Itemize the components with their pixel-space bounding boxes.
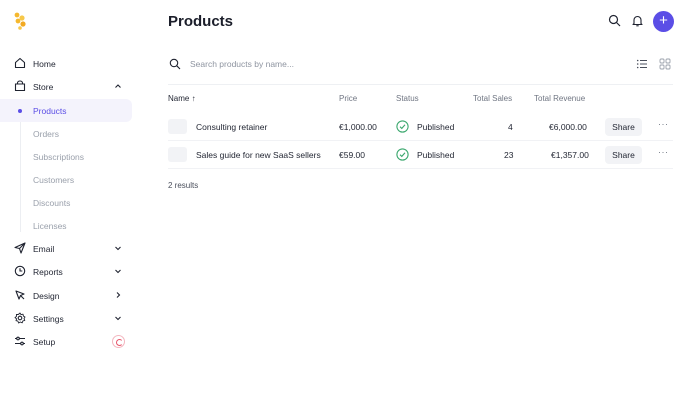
chevron-right-icon[interactable] <box>114 291 122 299</box>
sidebar-item-settings[interactable]: Settings <box>0 307 132 330</box>
sidebar-subitem-label: Subscriptions <box>33 151 85 162</box>
sidebar-item-store[interactable]: Store <box>0 75 132 98</box>
table-row[interactable]: Sales guide for new SaaS sellers €59.00 … <box>168 141 673 169</box>
sidebar-item-label: Design <box>33 290 60 301</box>
chevron-down-icon[interactable] <box>114 244 122 252</box>
store-icon <box>14 80 26 92</box>
add-product-button[interactable]: + <box>653 11 674 32</box>
status-text: Published <box>417 150 455 160</box>
product-price: €59.00 <box>339 150 365 160</box>
sidebar-item-label: Reports <box>33 266 63 277</box>
total-sales: 23 <box>504 150 514 160</box>
list-view-icon[interactable] <box>636 58 648 70</box>
home-icon <box>14 57 26 69</box>
sidebar-subitem-discounts[interactable]: Discounts <box>0 191 132 214</box>
sidebar-item-design[interactable]: Design <box>0 284 132 307</box>
cursor-icon <box>15 290 25 300</box>
clock-icon <box>14 265 26 277</box>
search-divider <box>168 84 673 85</box>
active-indicator <box>18 109 22 113</box>
product-name[interactable]: Consulting retainer <box>196 122 267 132</box>
sidebar-item-label: Store <box>33 81 54 92</box>
chevron-up-icon[interactable] <box>114 82 122 90</box>
share-button[interactable]: Share <box>605 146 642 164</box>
product-thumbnail <box>168 119 187 134</box>
sidebar-subitem-products[interactable]: Products <box>0 99 132 122</box>
sidebar-subitem-label: Products <box>33 105 67 116</box>
sidebar-subitem-label: Customers <box>33 174 75 185</box>
send-icon <box>14 242 26 254</box>
column-header-status[interactable]: Status <box>396 94 419 103</box>
share-button[interactable]: Share <box>605 118 642 136</box>
sidebar: Home Store Products Orders Subscriptions… <box>0 0 140 395</box>
results-count: 2 results <box>168 181 199 190</box>
column-header-price[interactable]: Price <box>339 94 357 103</box>
sidebar-subitem-label: Discounts <box>33 197 71 208</box>
total-revenue: €1,357.00 <box>551 150 589 160</box>
grid-view-icon[interactable] <box>659 58 671 70</box>
column-header-total-sales[interactable]: Total Sales <box>473 94 512 103</box>
total-sales: 4 <box>508 122 513 132</box>
sidebar-subitem-customers[interactable]: Customers <box>0 168 132 191</box>
sidebar-item-reports[interactable]: Reports <box>0 260 132 283</box>
more-options-icon[interactable]: ··· <box>658 119 669 129</box>
sidebar-item-home[interactable]: Home <box>0 52 132 75</box>
status-text: Published <box>417 122 455 132</box>
product-name[interactable]: Sales guide for new SaaS sellers <box>196 150 321 160</box>
sidebar-item-label: Email <box>33 243 55 254</box>
chevron-down-icon[interactable] <box>114 267 122 275</box>
sidebar-item-label: Settings <box>33 313 64 324</box>
column-header-name[interactable]: Name ↑ <box>168 94 196 103</box>
check-circle-icon <box>396 120 409 133</box>
search-input[interactable] <box>190 56 490 72</box>
total-revenue: €6,000.00 <box>549 122 587 132</box>
plus-icon: + <box>659 12 668 29</box>
product-thumbnail <box>168 147 187 162</box>
search-icon <box>169 58 181 70</box>
bell-icon[interactable] <box>631 14 644 27</box>
product-price: €1,000.00 <box>339 122 377 132</box>
logo-icon[interactable] <box>13 12 29 30</box>
sidebar-item-setup[interactable]: Setup <box>0 330 132 353</box>
sidebar-subitem-subscriptions[interactable]: Subscriptions <box>0 145 132 168</box>
sidebar-subitem-label: Orders <box>33 128 59 139</box>
sidebar-item-label: Home <box>33 58 56 69</box>
search-icon[interactable] <box>608 14 621 27</box>
chevron-down-icon[interactable] <box>114 314 122 322</box>
table-row[interactable]: Consulting retainer €1,000.00 Published … <box>168 113 673 141</box>
sidebar-subitem-label: Licenses <box>33 220 67 231</box>
more-options-icon[interactable]: ··· <box>658 147 669 157</box>
sidebar-subitem-orders[interactable]: Orders <box>0 122 132 145</box>
page-title: Products <box>168 13 234 30</box>
sidebar-item-label: Setup <box>33 336 56 347</box>
column-header-total-revenue[interactable]: Total Revenue <box>534 94 585 103</box>
sliders-icon <box>15 336 25 346</box>
gear-icon <box>14 312 26 324</box>
setup-progress-icon <box>112 335 125 348</box>
sidebar-subitem-licenses[interactable]: Licenses <box>0 214 132 237</box>
check-circle-icon <box>396 148 409 161</box>
sidebar-item-email[interactable]: Email <box>0 237 132 260</box>
